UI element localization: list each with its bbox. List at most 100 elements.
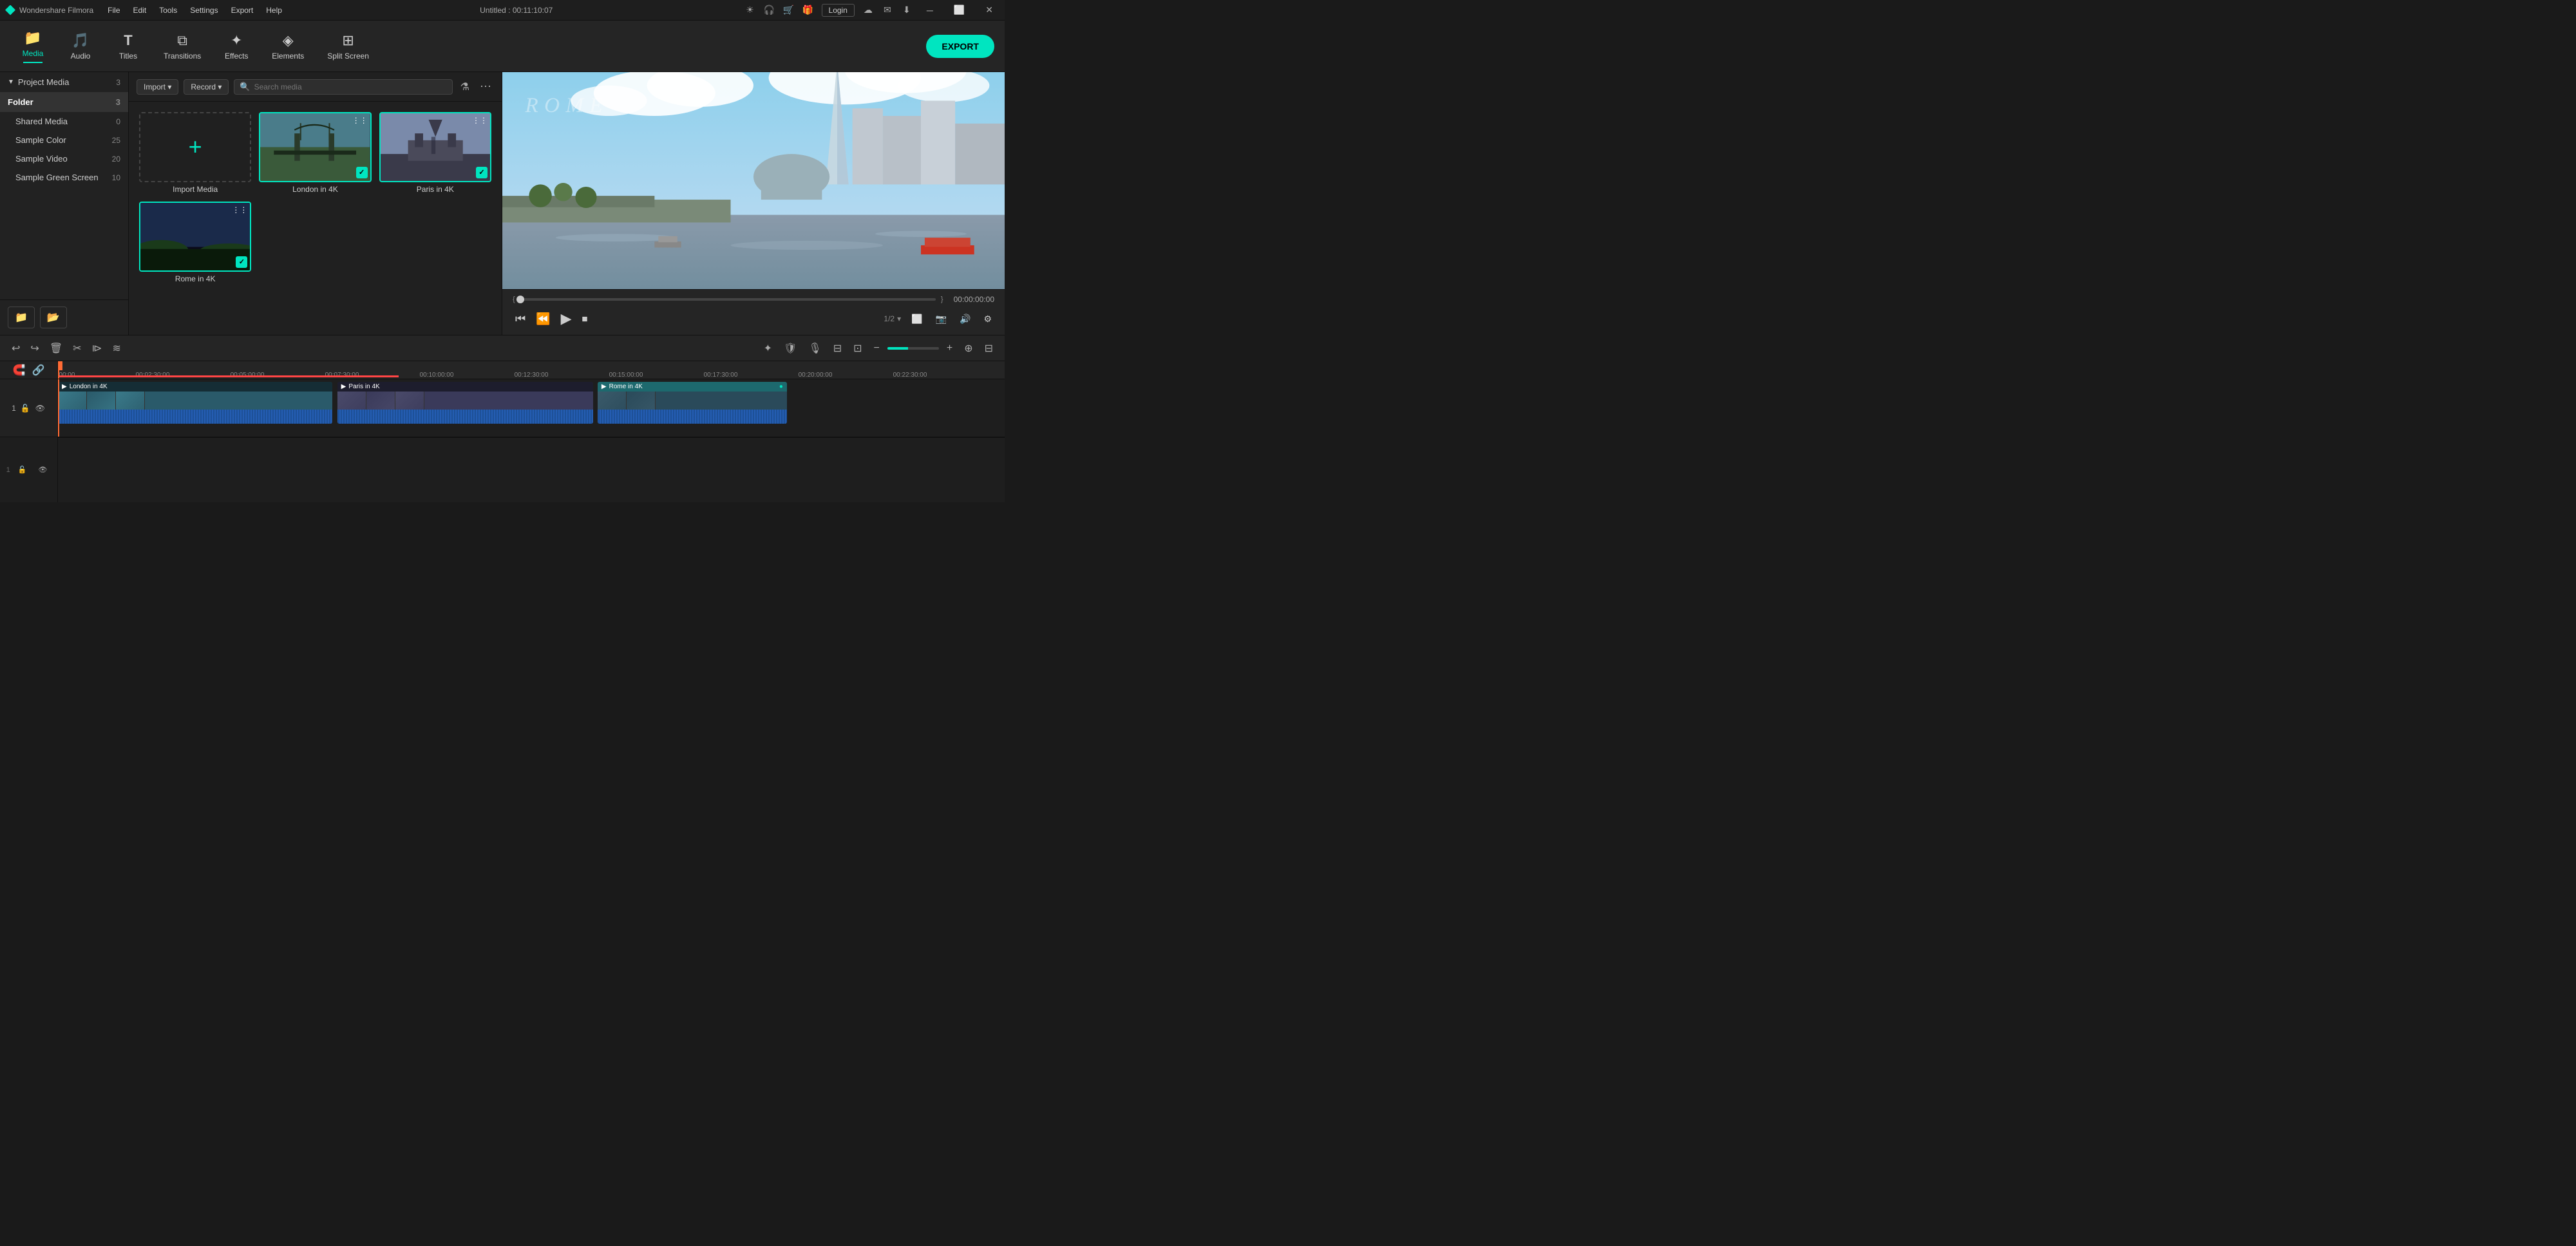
ruler-mark-8: 00:20:00:00 — [799, 372, 833, 379]
undo-button[interactable]: ↩ — [8, 339, 24, 357]
track-1-header: 1 🔓 👁 — [0, 379, 57, 437]
progress-bar[interactable] — [520, 298, 936, 301]
tool-split-screen[interactable]: ⊞ Split Screen — [317, 28, 379, 64]
window-title: Untitled : 00:11:10:07 — [289, 6, 744, 15]
london-menu-badge: ⋮⋮ — [352, 116, 368, 125]
cut-button[interactable]: ✂ — [69, 339, 85, 357]
progress-handle[interactable] — [516, 296, 524, 303]
track-lock-button[interactable]: 🔓 — [20, 403, 31, 413]
download-icon[interactable]: ⬇ — [901, 5, 913, 16]
cloud-icon[interactable]: ☁ — [862, 5, 874, 16]
paris-thumb[interactable]: ✓ ⋮⋮ — [379, 112, 491, 182]
skip-back-button[interactable]: ⏮ — [513, 310, 528, 328]
clip-paris-label: Paris in 4K — [348, 383, 379, 390]
prev-frame-button[interactable]: ⏪ — [533, 310, 553, 328]
new-folder-button[interactable]: 📁 — [8, 307, 35, 328]
clip-london[interactable]: ▶ London in 4K — [58, 382, 332, 424]
ratio-selector[interactable]: 1/2 ▾ — [884, 314, 901, 323]
tool-elements[interactable]: ◈ Elements — [261, 28, 314, 64]
active-bar — [23, 62, 43, 63]
preview-buttons: ⏮ ⏪ ▶ ⏹ 1/2 ▾ ⬜ 📷 🔊 ⚙ — [513, 308, 994, 330]
search-input[interactable] — [254, 82, 447, 91]
media-item-london[interactable]: ✓ ⋮⋮ London in 4K — [259, 112, 371, 194]
clip-paris[interactable]: ▶ Paris in 4K — [337, 382, 593, 424]
import-drop-zone[interactable]: + — [139, 112, 251, 182]
clip-rome[interactable]: ▶ Rome in 4K ● — [598, 382, 787, 424]
play-button[interactable]: ▶ — [558, 308, 574, 330]
headset-icon[interactable]: 🎧 — [764, 5, 775, 16]
track-bottom-eye[interactable]: 👁 — [34, 463, 51, 477]
preview-controls: { } 00:00:00:00 ⏮ ⏪ ▶ ⏹ 1/2 ▾ ⬜ — [502, 289, 1005, 335]
media-item-paris[interactable]: ✓ ⋮⋮ Paris in 4K — [379, 112, 491, 194]
crop-button[interactable]: ⊡ — [849, 339, 866, 357]
sidebar-sample-color[interactable]: Sample Color 25 — [0, 131, 128, 149]
zoom-slider[interactable] — [887, 347, 939, 350]
video-track: ▶ London in 4K ▶ — [58, 379, 1005, 437]
tool-transitions[interactable]: ⧉ Transitions — [153, 28, 211, 64]
sidebar-folder[interactable]: Folder 3 — [0, 92, 128, 112]
close-button[interactable]: ✕ — [979, 3, 999, 17]
menu-help[interactable]: Help — [260, 3, 289, 17]
cart-icon[interactable]: 🛒 — [783, 5, 795, 16]
fit-button[interactable]: ⊕ — [960, 339, 976, 357]
tool-audio[interactable]: 🎵 Audio — [58, 28, 103, 64]
import-folder-button[interactable]: 📂 — [40, 307, 67, 328]
ruler-mark-4: 00:10:00:00 — [420, 372, 454, 379]
london-thumb[interactable]: ✓ ⋮⋮ — [259, 112, 371, 182]
gift-icon[interactable]: 🎁 — [802, 5, 814, 16]
stop-button[interactable]: ⏹ — [580, 310, 591, 328]
minimize-button[interactable]: ─ — [920, 4, 940, 17]
menu-export[interactable]: Export — [225, 3, 260, 17]
voice-button[interactable]: 🎙 — [804, 339, 825, 357]
brightness-icon[interactable]: ☀ — [744, 5, 756, 16]
rome-thumb[interactable]: ✓ ⋮⋮ — [139, 202, 251, 272]
maximize-button[interactable]: ⬜ — [947, 3, 971, 17]
fullscreen-button[interactable]: ⬜ — [909, 311, 925, 327]
redo-button[interactable]: ↪ — [26, 339, 43, 357]
view-options-button[interactable]: ⋯ — [477, 77, 494, 96]
tool-titles[interactable]: T Titles — [106, 28, 151, 64]
mask-button[interactable]: 🛡 — [780, 339, 800, 357]
clip-rome-audio — [598, 410, 787, 424]
normalize-button[interactable]: ⧐ — [88, 339, 106, 357]
media-item-rome[interactable]: ✓ ⋮⋮ Rome in 4K — [139, 202, 251, 283]
titlebar: Wondershare Filmora File Edit Tools Sett… — [0, 0, 1005, 21]
sidebar-sample-green-screen[interactable]: Sample Green Screen 10 — [0, 168, 128, 187]
delete-button[interactable]: 🗑 — [46, 339, 66, 357]
sidebar-project-media[interactable]: ▼ Project Media 3 — [0, 72, 128, 92]
login-button[interactable]: Login — [822, 4, 855, 17]
subtitle-button[interactable]: ⊟ — [829, 339, 846, 357]
zoom-in-button[interactable]: + — [943, 340, 956, 357]
project-media-label: Project Media — [18, 77, 69, 87]
import-dropdown[interactable]: Import ▾ — [137, 79, 178, 95]
menu-edit[interactable]: Edit — [127, 3, 153, 17]
menu-settings[interactable]: Settings — [184, 3, 224, 17]
zoom-out-button[interactable]: − — [870, 340, 884, 357]
import-media-item[interactable]: + Import Media — [139, 112, 251, 194]
tool-effects[interactable]: ✦ Effects — [214, 28, 259, 64]
sidebar-shared-media[interactable]: Shared Media 0 — [0, 112, 128, 131]
more-button[interactable]: ⊟ — [981, 339, 997, 357]
mail-icon[interactable]: ✉ — [882, 5, 893, 16]
volume-button[interactable]: 🔊 — [957, 311, 973, 327]
paris-menu-badge: ⋮⋮ — [472, 116, 488, 125]
export-button[interactable]: EXPORT — [926, 35, 994, 58]
menu-tools[interactable]: Tools — [153, 3, 184, 17]
waveform-button[interactable]: ≋ — [109, 339, 125, 357]
tool-media[interactable]: 📁 Media — [10, 26, 55, 67]
clip-london-wave — [58, 410, 332, 424]
filter-button[interactable]: ⚗ — [458, 78, 472, 96]
color-board-button[interactable]: ✦ — [760, 339, 776, 357]
ratio-label: 1/2 — [884, 314, 895, 323]
sidebar-sample-video[interactable]: Sample Video 20 — [0, 149, 128, 168]
preview-right-controls: 1/2 ▾ ⬜ 📷 🔊 ⚙ — [884, 311, 994, 327]
screenshot-button[interactable]: 📷 — [933, 311, 949, 327]
snap-button[interactable]: 🧲 — [12, 363, 27, 378]
settings-button[interactable]: ⚙ — [981, 311, 994, 327]
link-button[interactable]: 🔗 — [31, 363, 46, 378]
record-dropdown[interactable]: Record ▾ — [184, 79, 229, 95]
track-bottom-lock[interactable]: 🔓 — [14, 463, 31, 477]
track-visibility-button[interactable]: 👁 — [35, 403, 46, 413]
timeline-playhead[interactable] — [58, 379, 59, 437]
menu-file[interactable]: File — [101, 3, 126, 17]
